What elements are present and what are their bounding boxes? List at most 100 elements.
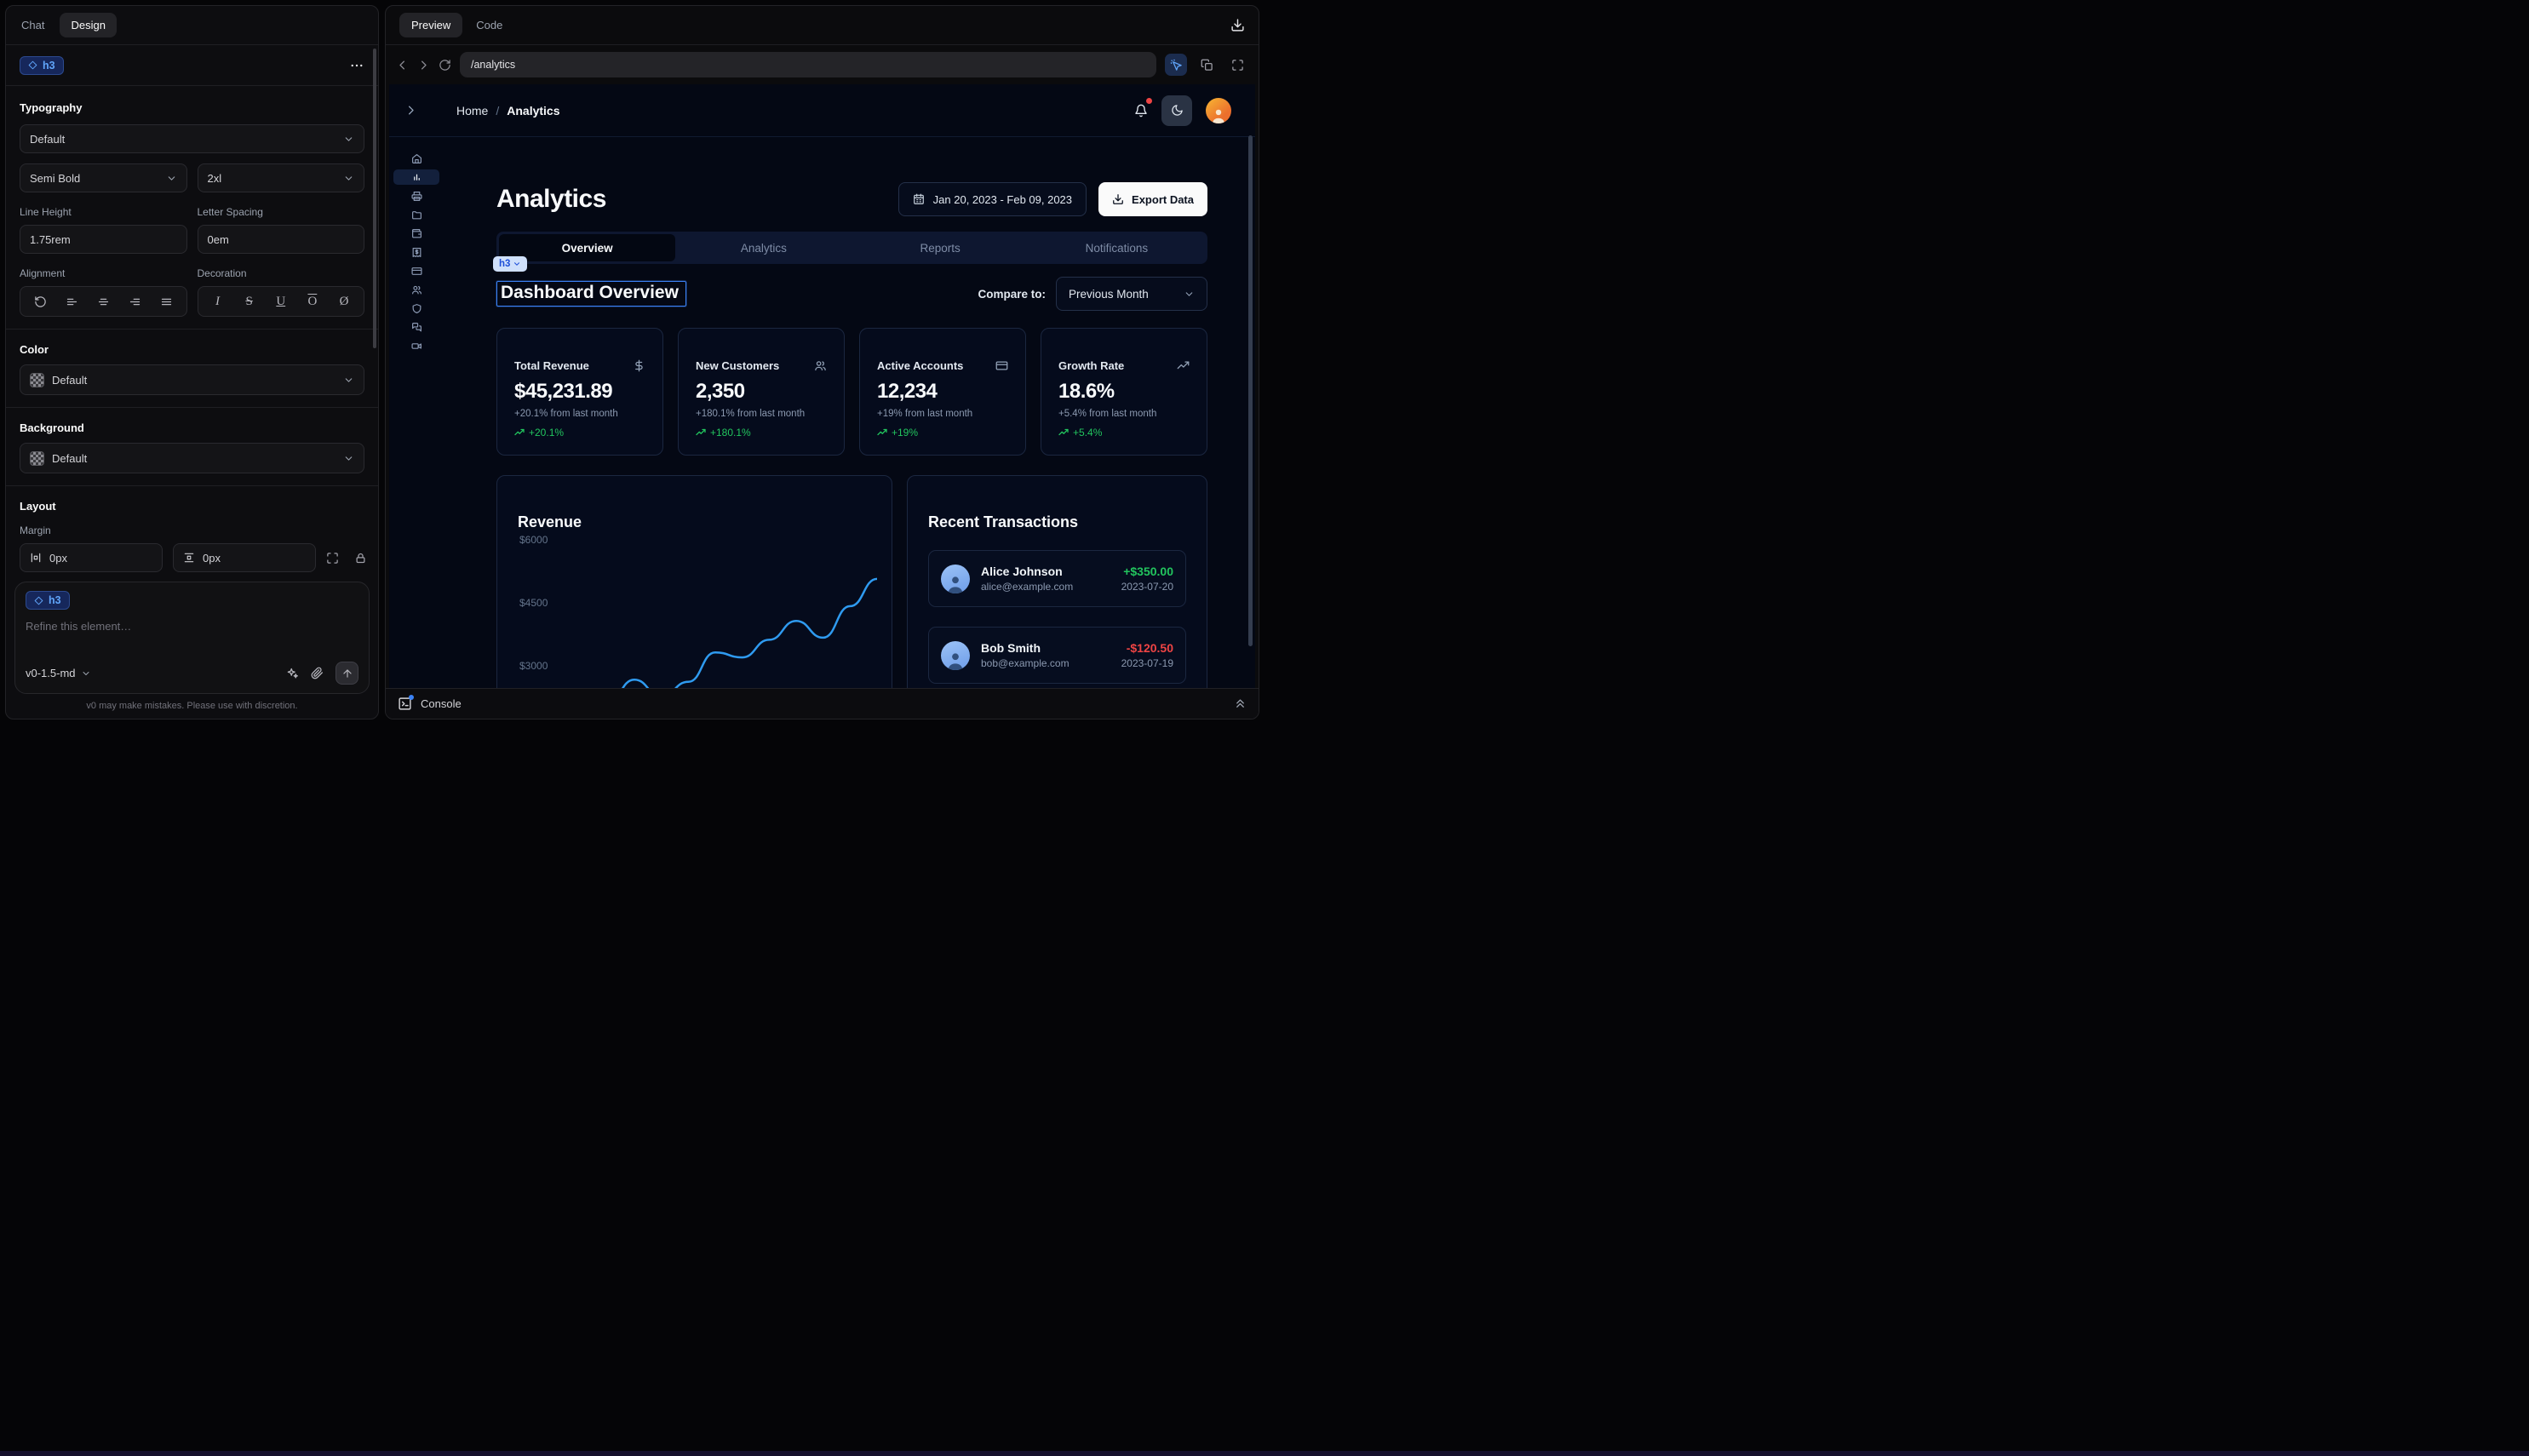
refresh-icon[interactable] [439, 59, 451, 72]
date-range-button[interactable]: Jan 20, 2023 - Feb 09, 2023 [898, 182, 1087, 216]
transaction-row[interactable]: Alice Johnson alice@example.com +$350.00… [928, 550, 1186, 607]
fullscreen-tool[interactable] [1226, 54, 1248, 76]
compare-select[interactable]: Previous Month [1056, 277, 1207, 311]
send-button[interactable] [335, 662, 358, 685]
line-height-value: 1.75rem [30, 233, 71, 246]
font-weight-select[interactable]: Semi Bold [20, 163, 187, 192]
export-data-label: Export Data [1132, 193, 1194, 206]
tab-code[interactable]: Code [476, 19, 502, 32]
underline-button[interactable]: U [272, 292, 290, 311]
sidebar-item-users[interactable] [393, 282, 439, 297]
composer-input[interactable]: Refine this element… [26, 620, 358, 633]
app-mini-sidebar [389, 137, 444, 688]
color-select[interactable]: Default [20, 364, 364, 395]
element-tag-pill[interactable]: h3 [493, 256, 527, 272]
reset-alignment-button[interactable] [31, 292, 49, 311]
transaction-row[interactable]: Bob Smith bob@example.com -$120.50 2023-… [928, 627, 1186, 684]
sidebar-item-analytics[interactable] [393, 169, 439, 185]
sidebar-toggle-icon[interactable] [404, 104, 417, 117]
url-input[interactable]: /analytics [460, 52, 1156, 77]
sidebar-item-files[interactable] [393, 207, 439, 222]
dashboard-tabs: Overview Analytics Reports Notifications [496, 232, 1207, 264]
letter-spacing-input[interactable]: 0em [198, 225, 365, 254]
dollar-icon [633, 359, 645, 372]
stat-value: 12,234 [877, 380, 1008, 404]
italic-button[interactable]: I [209, 292, 227, 311]
strikethrough-button[interactable]: S [240, 292, 259, 311]
align-justify-button[interactable] [158, 292, 176, 311]
sidebar-item-invoices[interactable] [393, 188, 439, 203]
notifications-button[interactable] [1134, 104, 1148, 118]
background-select[interactable]: Default [20, 443, 364, 473]
notification-dot [1146, 98, 1152, 104]
trending-up-icon [514, 427, 525, 438]
alignment-group [20, 286, 187, 317]
sidebar-item-video[interactable] [393, 338, 439, 353]
model-select[interactable]: v0-1.5-md [26, 667, 91, 679]
attachment-icon[interactable] [311, 667, 324, 679]
font-size-select[interactable]: 2xl [198, 163, 365, 192]
pointer-icon [1170, 59, 1183, 72]
sparkles-icon[interactable] [286, 667, 299, 679]
typography-section-label: Typography [20, 101, 364, 114]
theme-toggle-button[interactable] [1161, 95, 1192, 126]
more-options-icon[interactable] [349, 58, 364, 73]
sidebar-item-cards[interactable] [393, 263, 439, 278]
expand-margin-icon[interactable] [326, 552, 339, 565]
sidebar-item-security[interactable] [393, 301, 439, 316]
stat-title: Active Accounts [877, 359, 963, 372]
line-height-input[interactable]: 1.75rem [20, 225, 187, 254]
stat-trend-value: +19% [892, 427, 918, 439]
decoration-label: Decoration [198, 267, 365, 279]
preview-panel-tabs: Preview Code [386, 6, 1259, 45]
tab-notifications[interactable]: Notifications [1029, 234, 1205, 261]
home-icon [411, 153, 422, 164]
chevrons-up-icon[interactable] [1234, 697, 1247, 710]
viewport-scrollbar[interactable] [1248, 135, 1253, 646]
tab-preview[interactable]: Preview [399, 13, 462, 37]
letter-spacing-label: Letter Spacing [198, 206, 365, 218]
tab-reports[interactable]: Reports [852, 234, 1029, 261]
shield-icon [411, 303, 422, 314]
stat-card-active-accounts: Active Accounts 12,234 +19% from last mo… [859, 328, 1026, 456]
breadcrumb-current: Analytics [507, 104, 559, 118]
align-left-button[interactable] [62, 292, 81, 311]
forward-icon[interactable] [417, 59, 430, 72]
sidebar-item-home[interactable] [393, 151, 439, 166]
folder-icon [411, 209, 422, 221]
stat-title: New Customers [696, 359, 779, 372]
margin-x-input[interactable]: 0px [20, 543, 163, 572]
person-icon [945, 650, 966, 670]
margin-y-input[interactable]: 0px [173, 543, 316, 572]
download-icon[interactable] [1230, 18, 1245, 32]
stat-value: 18.6% [1058, 380, 1190, 404]
duplicate-tool[interactable] [1196, 54, 1218, 76]
font-family-select[interactable]: Default [20, 124, 364, 153]
design-panel-scrollbar[interactable] [373, 49, 376, 348]
sidebar-item-messages[interactable] [393, 319, 439, 335]
tab-chat[interactable]: Chat [21, 19, 44, 32]
selected-heading[interactable]: Dashboard Overview [496, 281, 686, 307]
select-element-tool[interactable] [1165, 54, 1187, 76]
stat-card-new-customers: New Customers 2,350 +180.1% from last mo… [678, 328, 845, 456]
tab-analytics[interactable]: Analytics [675, 234, 852, 261]
console-label: Console [421, 697, 462, 710]
align-center-button[interactable] [94, 292, 112, 311]
breadcrumb-home[interactable]: Home [456, 104, 488, 118]
selected-element-badge[interactable]: h3 [20, 56, 64, 75]
transaction-date: 2023-07-20 [1121, 581, 1173, 593]
lock-margin-icon[interactable] [354, 552, 367, 565]
align-right-button[interactable] [125, 292, 144, 311]
chevron-down-icon [343, 134, 354, 145]
tab-design[interactable]: Design [60, 13, 116, 37]
export-data-button[interactable]: Export Data [1098, 182, 1207, 216]
overline-button[interactable]: O [303, 292, 322, 311]
user-avatar[interactable] [1206, 98, 1231, 123]
console-bar[interactable]: Console [386, 688, 1259, 719]
transaction-amount: +$350.00 [1121, 565, 1173, 578]
no-decoration-button[interactable]: Ø [335, 292, 353, 311]
sidebar-item-receipts[interactable] [393, 244, 439, 260]
composer-element-badge[interactable]: h3 [26, 591, 70, 610]
back-icon[interactable] [396, 59, 409, 72]
sidebar-item-wallet[interactable] [393, 226, 439, 241]
